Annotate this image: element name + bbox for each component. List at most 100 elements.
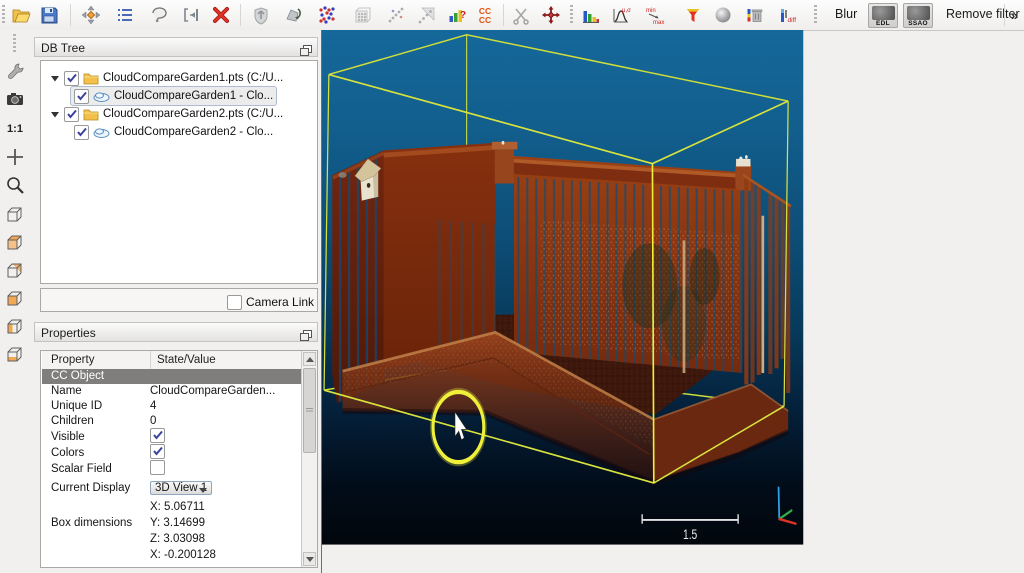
expander-icon[interactable] [51, 74, 60, 83]
property-label: Visible [51, 431, 85, 443]
ssao-thumbnail [907, 6, 930, 20]
save-button[interactable] [36, 2, 62, 28]
navigation-mode-button[interactable] [78, 2, 104, 28]
gaussian-filter-button[interactable]: μ,σ [608, 2, 634, 28]
toolbar-drag-handle[interactable] [814, 5, 817, 25]
translate-icon [184, 8, 198, 22]
properties-titlebar[interactable]: Properties [34, 322, 318, 342]
arrow-up-icon [305, 356, 314, 362]
navigation-icon [81, 5, 101, 25]
point-list-picking-button[interactable] [414, 2, 440, 28]
property-row-colors: Colors [42, 444, 304, 461]
open-file-icon [12, 9, 31, 23]
view-button-iso[interactable] [2, 202, 28, 228]
float-panel-icon[interactable] [300, 327, 312, 347]
segment-lasso-button[interactable] [146, 2, 172, 28]
toolbar-drag-handle[interactable] [2, 5, 5, 25]
view-button-right[interactable] [2, 314, 28, 340]
current-display-dropdown[interactable]: 3D View 1 [150, 481, 213, 495]
min-max-icon: min max [646, 8, 664, 25]
svg-text:max: max [653, 20, 664, 25]
pick-rotation-center-button[interactable] [2, 144, 28, 170]
screenshot-button[interactable] [2, 86, 28, 112]
box-dim-x: X: 5.06711 [150, 501, 205, 513]
db-tree-titlebar[interactable]: DB Tree [34, 37, 318, 57]
list-icon [118, 9, 132, 21]
scrollbar-thumb[interactable] [303, 368, 316, 453]
tree-row-garden2-cloud[interactable]: CloudCompareGarden2 - Clo... [74, 123, 273, 141]
cloud-compare-button[interactable]: CC CC [472, 2, 498, 28]
show-histogram-button[interactable] [578, 2, 604, 28]
box-dim-z: Z: 3.03098 [150, 533, 205, 545]
lasso-icon [152, 7, 167, 23]
property-value: 0 [150, 415, 157, 427]
tree-row-garden2-file[interactable]: CloudCompareGarden2.pts (C:/U... [51, 105, 283, 123]
db-tree[interactable]: CloudCompareGarden1.pts (C:/U... CloudCo… [40, 60, 318, 284]
toolbar-drag-handle[interactable] [13, 34, 16, 54]
view-button-back[interactable] [2, 258, 28, 284]
visibility-checkbox[interactable] [64, 70, 79, 86]
visibility-checkbox[interactable] [74, 88, 89, 104]
properties-title: Properties [41, 326, 96, 340]
delete-x-icon [213, 7, 229, 23]
view-button-left[interactable] [2, 286, 28, 312]
point-cloud-icon [93, 91, 110, 102]
view-button-bottom[interactable] [2, 342, 28, 368]
toggle-properties-button[interactable] [112, 2, 138, 28]
scalar-field-checkbox[interactable] [150, 460, 165, 475]
properties-scrollbar[interactable] [301, 351, 317, 567]
viewport-canvas: 1.5 [322, 30, 804, 545]
camera-link-control[interactable]: Camera Link [227, 293, 314, 311]
point-picking-button[interactable] [384, 2, 410, 28]
property-label: Current Display [51, 482, 131, 494]
sphere-render-button[interactable] [710, 2, 736, 28]
svg-text:μ,σ: μ,σ [622, 8, 631, 14]
segment-scissors-button[interactable] [508, 2, 534, 28]
zoom-button[interactable] [2, 172, 28, 198]
property-value: CloudCompareGarden... [150, 385, 276, 397]
subsample-button[interactable] [280, 2, 306, 28]
property-label: Colors [51, 447, 85, 459]
convert-to-scalar-button[interactable]: min max [642, 2, 668, 28]
camera-link-checkbox[interactable] [227, 294, 242, 310]
3d-viewport[interactable]: 1.5 [322, 30, 1024, 573]
property-row-children: Children 0 [42, 414, 304, 429]
box-dim-y: Y: 3.14699 [150, 517, 205, 529]
scatter-dots-icon [319, 6, 335, 24]
folder-icon [83, 109, 99, 121]
top-toolbar: ? CC CC μ,σ min max diff Blur EDL SSAO R… [0, 0, 1024, 31]
cube-view-icon [7, 347, 22, 362]
delete-scalar-field-button[interactable] [742, 2, 768, 28]
shield-arrow-icon [254, 7, 268, 25]
scatter-points-button[interactable] [314, 2, 340, 28]
tree-row-garden1-cloud[interactable]: CloudCompareGarden1 - Clo... [69, 86, 278, 106]
tree-row-garden1-file[interactable]: CloudCompareGarden1.pts (C:/U... [51, 69, 283, 87]
scroll-down-button[interactable] [303, 552, 316, 566]
gauss-curve-icon: μ,σ [613, 8, 631, 23]
open-file-button[interactable] [8, 2, 34, 28]
zoom-1-1-button[interactable]: 1:1 [2, 116, 28, 142]
visibility-checkbox[interactable] [64, 106, 79, 122]
expander-icon[interactable] [51, 110, 60, 119]
view-button-front[interactable] [2, 230, 28, 256]
compute-histogram-button[interactable]: ? [444, 2, 470, 28]
octree-button[interactable] [350, 2, 376, 28]
edl-filter-button[interactable]: EDL [868, 3, 898, 28]
visibility-checkbox[interactable] [74, 124, 89, 140]
visible-checkbox[interactable] [150, 428, 165, 443]
rotate-pivot-button[interactable] [538, 2, 564, 28]
scalar-field-diff-button[interactable]: diff [776, 2, 802, 28]
scroll-up-button[interactable] [303, 352, 316, 366]
tools-button[interactable] [2, 58, 28, 84]
ssao-filter-button[interactable]: SSAO [903, 3, 933, 28]
toolbar-overflow-button[interactable]: » [1006, 2, 1023, 28]
colors-checkbox[interactable] [150, 444, 165, 459]
filter-by-value-button[interactable] [680, 2, 706, 28]
histogram-icon [583, 11, 599, 23]
toolbar-drag-handle[interactable] [570, 5, 573, 25]
compute-normals-button[interactable] [248, 2, 274, 28]
delete-button[interactable] [208, 2, 234, 28]
float-panel-icon[interactable] [300, 42, 312, 62]
apply-transformation-button[interactable] [178, 2, 204, 28]
cloudcompare-window: { "toolbar_top": { "icons": ["drag-handl… [0, 0, 1024, 573]
